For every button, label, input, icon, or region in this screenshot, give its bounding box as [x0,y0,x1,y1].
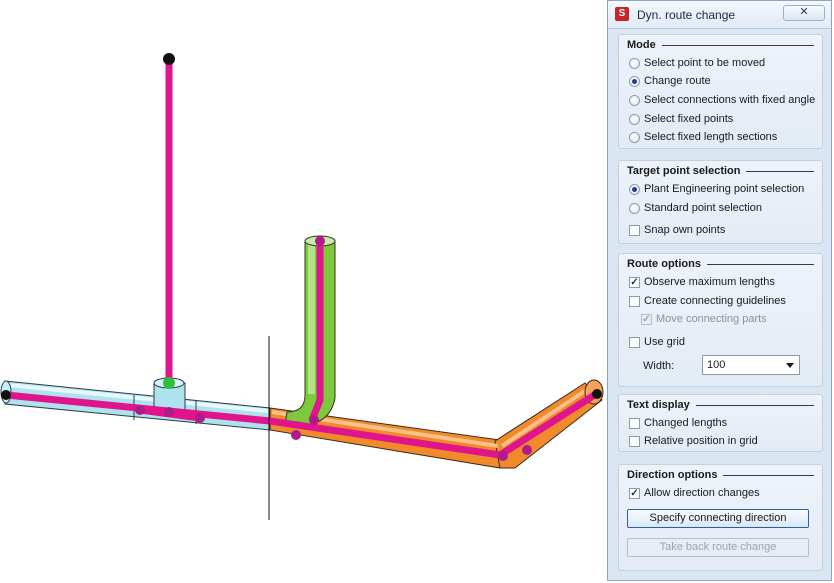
group-title-direction: Direction options [627,469,718,481]
dialog-title: Dyn. route change [637,8,736,22]
checkbox-icon-checked[interactable]: ✓ [629,487,640,499]
checkbox-icon[interactable] [629,336,640,348]
checkbox-use-grid[interactable]: Use grid [629,334,685,350]
checkbox-relative-position[interactable]: Relative position in grid [629,433,758,449]
checkbox-move-connecting-parts: ✓ Move connecting parts [641,313,767,325]
text-display-group: Text display Changed lengths Relative po… [618,394,823,452]
width-row: Width: [643,355,674,377]
width-value: 100 [707,359,726,371]
checkbox-changed-lengths[interactable]: Changed lengths [629,415,727,431]
route-point-end[interactable] [592,389,602,399]
3d-viewport[interactable] [0,0,606,583]
route-options-group: Route options ✓ Observe maximum lengths C… [618,253,823,387]
checkbox-icon-checked-disabled: ✓ [641,313,652,325]
radio-icon-selected[interactable] [629,75,640,87]
route-point[interactable] [164,407,174,417]
width-dropdown[interactable]: 100 [702,355,800,375]
pipe-highlight [308,244,315,394]
route-point[interactable] [309,415,319,425]
target-group: Target point selection Plant Engineering… [618,160,823,244]
radio-plant-engineering[interactable]: Plant Engineering point selection [629,181,804,197]
route-point[interactable] [135,405,145,415]
route-point-end[interactable] [1,390,11,400]
group-title-route: Route options [627,258,701,270]
width-label: Width: [643,360,675,372]
radio-select-point[interactable]: Select point to be moved [629,55,765,71]
radio-standard-point[interactable]: Standard point selection [629,200,762,216]
radio-fixed-length[interactable]: Select fixed length sections [629,129,777,145]
group-title-target: Target point selection [627,165,741,177]
checkbox-create-guidelines[interactable]: Create connecting guidelines [629,293,786,309]
checkbox-icon[interactable] [629,435,640,447]
group-title-text-display: Text display [627,399,690,411]
route-point[interactable] [291,430,301,440]
radio-icon[interactable] [629,131,640,143]
route-point[interactable] [195,413,205,423]
group-title-mode: Mode [627,39,656,51]
route-point[interactable] [315,236,325,246]
checkbox-observe-max-lengths[interactable]: ✓ Observe maximum lengths [629,274,775,290]
checkbox-icon[interactable] [629,417,640,429]
mode-group: Mode Select point to be moved Change rou… [618,34,823,149]
radio-icon[interactable] [629,94,640,106]
chevron-down-icon[interactable] [786,363,794,368]
take-back-button: Take back route change [627,538,809,557]
route-point[interactable] [498,451,508,461]
close-button[interactable]: ✕ [783,5,825,21]
checkbox-snap-own-points[interactable]: Snap own points [629,222,725,238]
checkbox-icon[interactable] [629,224,640,236]
direction-options-group: Direction options ✓ Allow direction chang… [618,464,823,571]
route-change-dialog: S Dyn. route change ✕ Mode Select point … [607,0,832,581]
route-point[interactable] [522,445,532,455]
checkbox-icon-checked[interactable]: ✓ [629,276,640,288]
specify-direction-button[interactable]: Specify connecting direction [627,509,809,528]
radio-fixed-angle[interactable]: Select connections with fixed angle [629,92,815,108]
radio-icon[interactable] [629,57,640,69]
radio-icon[interactable] [629,202,640,214]
route-point-end[interactable] [163,53,175,65]
app-logo-icon: S [615,7,629,21]
radio-change-route[interactable]: Change route [629,73,711,89]
radio-icon[interactable] [629,113,640,125]
pipe-route-drawing[interactable] [0,0,606,583]
radio-icon-selected[interactable] [629,183,640,195]
radio-fixed-points[interactable]: Select fixed points [629,111,733,127]
route-point-active[interactable] [163,377,175,389]
checkbox-allow-direction-changes[interactable]: ✓ Allow direction changes [629,485,760,501]
checkbox-icon[interactable] [629,295,640,307]
dialog-titlebar[interactable]: S Dyn. route change ✕ [608,1,831,29]
